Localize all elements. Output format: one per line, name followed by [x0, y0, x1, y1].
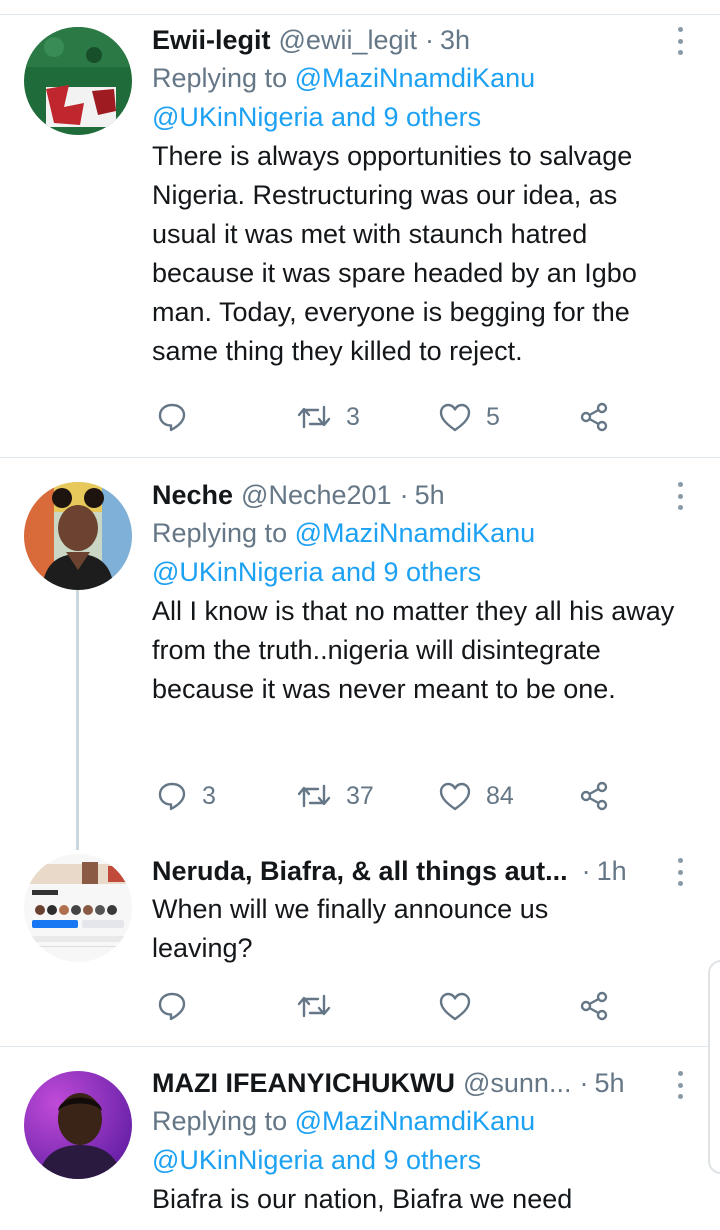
retweet-button[interactable]: 37 — [296, 776, 374, 816]
heart-icon — [439, 782, 471, 811]
user-handle[interactable]: @ewii_legit — [279, 21, 417, 59]
tweet-header: MAZI IFEANYICHUKWU @sunn... · 5h — [152, 1064, 686, 1102]
share-icon — [580, 402, 608, 432]
avatar[interactable] — [24, 1071, 132, 1179]
share-button[interactable] — [578, 397, 610, 437]
separator-dot: · — [424, 25, 434, 55]
like-button[interactable]: 5 — [438, 397, 500, 437]
heart-icon — [439, 992, 471, 1021]
display-name[interactable]: Neruda, Biafra, & all things aut... — [152, 852, 568, 890]
timestamp[interactable]: 1h — [597, 852, 627, 890]
tweet-text: When will we finally announce us leaving… — [152, 894, 549, 963]
replying-to-others: @UKinNigeria and 9 others — [152, 553, 686, 592]
like-count: 5 — [486, 402, 500, 431]
retweet-count: 37 — [346, 781, 374, 810]
tweet-actions: 3 5 — [152, 397, 632, 437]
replying-others-link[interactable]: @UKinNigeria and 9 others — [152, 1145, 481, 1175]
scroll-handle[interactable] — [708, 960, 720, 1174]
avatar-image — [24, 854, 132, 962]
tweet-ewii-legit[interactable]: Ewii-legit @ewii_legit · 3h Replying to … — [0, 15, 720, 455]
replying-others-link[interactable]: @UKinNigeria and 9 others — [152, 102, 481, 132]
heart-icon — [439, 403, 471, 432]
avatar[interactable] — [24, 854, 132, 962]
like-count: 84 — [486, 781, 514, 810]
replying-to: Replying to @MaziNnamdiKanu — [152, 59, 686, 98]
retweet-count: 3 — [346, 402, 360, 431]
tweet-text: All I know is that no matter they all hi… — [152, 596, 675, 704]
user-handle[interactable]: @sunn... — [463, 1064, 571, 1102]
replying-others-link[interactable]: @UKinNigeria and 9 others — [152, 557, 481, 587]
like-button[interactable]: 84 — [438, 776, 514, 816]
display-name[interactable]: MAZI IFEANYICHUKWU — [152, 1064, 455, 1102]
thread-connector-line — [76, 588, 79, 850]
replying-user-link[interactable]: @MaziNnamdiKanu — [295, 1106, 536, 1136]
tweet-actions — [152, 986, 632, 1026]
tweet-neche[interactable]: Neche @Neche201 · 5h Replying to @MaziNn… — [0, 458, 720, 850]
tweet-header: Ewii-legit @ewii_legit · 3h — [152, 21, 686, 59]
separator-dot: · — [581, 856, 591, 886]
share-icon — [580, 991, 608, 1021]
avatar-image — [24, 1071, 132, 1179]
replying-prefix: Replying to — [152, 1106, 288, 1136]
share-button[interactable] — [578, 986, 610, 1026]
retweet-button[interactable]: 3 — [296, 397, 360, 437]
retweet-icon — [297, 405, 331, 429]
reply-bubble-icon — [158, 403, 186, 432]
replying-prefix: Replying to — [152, 518, 288, 548]
retweet-icon — [297, 994, 331, 1018]
replying-to: Replying to @MaziNnamdiKanu — [152, 1102, 686, 1141]
replying-user-link[interactable]: @MaziNnamdiKanu — [295, 518, 536, 548]
avatar-image — [24, 482, 132, 590]
retweet-button[interactable] — [296, 986, 346, 1026]
reply-bubble-icon — [158, 992, 186, 1021]
reply-bubble-icon — [158, 782, 186, 811]
timestamp[interactable]: 3h — [440, 21, 470, 59]
replying-prefix: Replying to — [152, 63, 288, 93]
timestamp[interactable]: 5h — [415, 476, 445, 514]
separator-dot: · — [579, 1068, 589, 1098]
tweet-text: Biafra is our nation, Biafra we need — [152, 1184, 573, 1214]
user-handle[interactable]: @Neche201 — [241, 476, 392, 514]
replying-to-others: @UKinNigeria and 9 others — [152, 1141, 686, 1180]
avatar-image — [24, 27, 132, 135]
retweet-icon — [297, 784, 331, 808]
replying-to: Replying to @MaziNnamdiKanu — [152, 514, 686, 553]
replying-to-others: @UKinNigeria and 9 others — [152, 98, 686, 137]
tweet-mazi-ifeanyichukwu[interactable]: MAZI IFEANYICHUKWU @sunn... · 5h Replyin… — [0, 1047, 720, 1230]
timestamp[interactable]: 5h — [594, 1064, 624, 1102]
share-icon — [580, 781, 608, 811]
reply-button[interactable] — [156, 397, 202, 437]
avatar[interactable] — [24, 27, 132, 135]
reply-button[interactable] — [156, 986, 202, 1026]
tweet-header: Neche @Neche201 · 5h — [152, 476, 686, 514]
reply-count: 3 — [202, 781, 216, 810]
replying-user-link[interactable]: @MaziNnamdiKanu — [295, 63, 536, 93]
separator-dot: · — [399, 480, 409, 510]
avatar[interactable] — [24, 482, 132, 590]
display-name[interactable]: Ewii-legit — [152, 21, 271, 59]
tweet-actions: 3 37 84 — [152, 776, 632, 816]
share-button[interactable] — [578, 776, 610, 816]
tweet-neruda[interactable]: Neruda, Biafra, & all things aut... · 1h… — [0, 840, 720, 1045]
display-name[interactable]: Neche — [152, 476, 233, 514]
tweet-text: There is always opportunities to salvage… — [152, 141, 637, 366]
reply-button[interactable]: 3 — [156, 776, 216, 816]
tweet-header: Neruda, Biafra, & all things aut... · 1h — [152, 852, 686, 890]
like-button[interactable] — [438, 986, 486, 1026]
